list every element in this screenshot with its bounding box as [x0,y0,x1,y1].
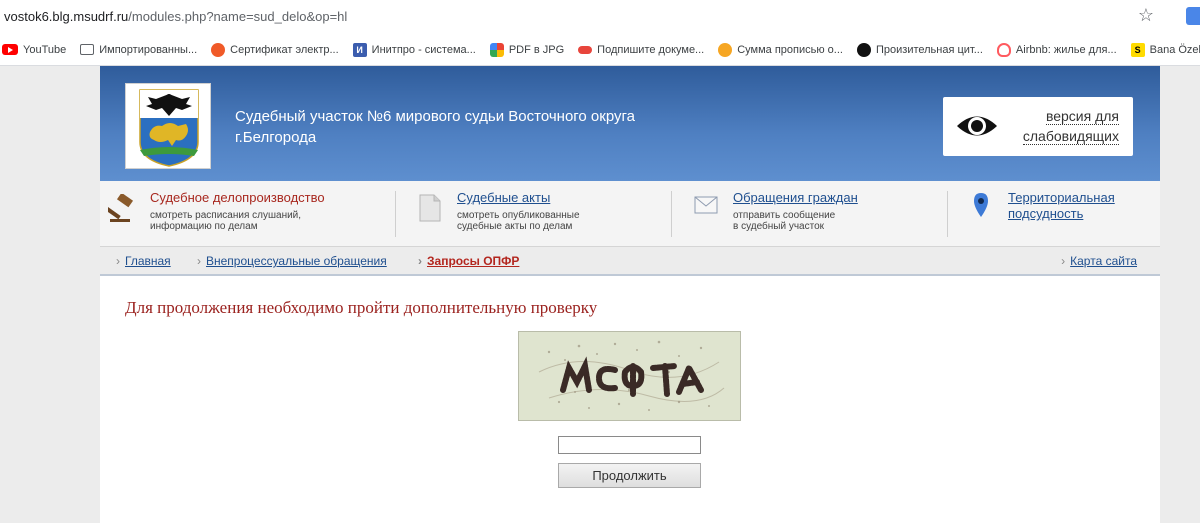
sign-icon [578,45,593,54]
menu-sub-line: в судебный участок [733,221,825,232]
captcha-input[interactable] [558,436,701,454]
menu-title-line[interactable]: Территориальная [1008,190,1115,205]
menu-divider [947,191,948,237]
menu-territorial-jurisdiction[interactable]: Территориальная подсудность [1008,190,1115,222]
main-menu: Судебное делопроизводство смотреть распи… [100,181,1160,247]
belgorod-emblem-icon[interactable] [125,83,211,169]
menu-sub-line: информацию по делам [150,221,258,232]
menu-sub-line: отправить сообщение [733,210,836,221]
url-path: /modules.php?name=sud_delo&op=hl [128,9,348,24]
menu-citizen-appeals-title[interactable]: Обращения граждан [733,190,858,206]
map-pin-icon [973,192,989,223]
document-icon [418,194,442,227]
bookmark-label: Airbnb: жилье для... [1015,43,1117,56]
bookmark-label: Сертификат электр... [230,43,339,56]
bookmark-label: Bana Özel Özet [1149,43,1200,56]
bookmark-star-icon[interactable]: ☆ [1138,5,1154,26]
menu-court-proceedings-title[interactable]: Судебное делопроизводство [150,190,325,206]
breadcrumb-extra-procedural-appeals[interactable]: Внепроцессуальные обращения [197,254,387,268]
menu-court-acts-sub: смотреть опубликованные судебные акты по … [457,210,580,232]
menu-citizen-appeals-sub: отправить сообщение в судебный участок [733,210,858,232]
bookmark-sum-in-words[interactable]: Сумма прописью о... [718,42,843,57]
bookmark-label: Сумма прописью о... [737,43,843,56]
gavel-icon [105,192,138,229]
bookmark-airbnb[interactable]: Airbnb: жилье для... [996,42,1117,57]
bookmark-label: Инитпро - система... [371,43,476,56]
translate-extension-icon[interactable] [1186,7,1200,25]
captcha-image [518,331,741,421]
continue-button[interactable]: Продолжить [558,463,701,488]
bookmark-certificate[interactable]: Сертификат электр... [211,42,339,57]
breadcrumb-home[interactable]: Главная [116,254,171,268]
menu-court-acts[interactable]: Судебные акты смотреть опубликованные суд… [457,190,580,232]
menu-divider [671,191,672,237]
url-text[interactable]: vostok6.blg.msudrf.ru/modules.php?name=s… [4,9,347,24]
menu-citizen-appeals[interactable]: Обращения граждан отправить сообщение в с… [733,190,858,232]
url-host: vostok6.blg.msudrf.ru [4,9,129,24]
bookmark-sign-document[interactable]: Подпишите докуме... [578,44,704,56]
menu-court-proceedings[interactable]: Судебное делопроизводство смотреть распи… [150,190,325,232]
sum-icon [718,42,733,57]
youtube-icon [2,44,18,55]
bookmark-label: Подпишите докуме... [597,43,705,56]
menu-court-acts-title[interactable]: Судебные акты [457,190,580,206]
menu-title-line[interactable]: подсудность [1008,206,1083,221]
initpro-icon: И [352,42,367,57]
menu-divider [395,191,396,237]
bookmarks-bar: YouTube Импортированны... Сертификат эле… [0,34,1200,66]
quote-icon [856,42,871,57]
envelope-icon [694,196,718,219]
bookmark-youtube[interactable]: YouTube [2,44,66,56]
menu-territorial-jurisdiction-title[interactable]: Территориальная подсудность [1008,190,1115,222]
site-header: Судебный участок №6 мирового судьи Восто… [100,66,1160,181]
certificate-icon [211,42,226,57]
breadcrumb-opfr-requests[interactable]: Запросы ОПФР [418,254,519,268]
low-vision-label-text: версия для слабовидящих [1022,108,1119,145]
low-vision-label: версия для слабовидящих [1009,106,1119,146]
menu-sub-line: судебные акты по делам [457,221,573,232]
bookmark-bana-ozel[interactable]: S Bana Özel Özet [1130,42,1200,57]
bookmark-imported-folder[interactable]: Импортированны... [80,44,197,56]
bookmark-initpro[interactable]: И Инитпро - система... [352,42,476,57]
verification-notice: Для продолжения необходимо пройти дополн… [125,298,598,317]
low-vision-version-button[interactable]: версия для слабовидящих [943,97,1133,156]
bookmark-label: YouTube [23,43,67,56]
menu-court-proceedings-sub: смотреть расписания слушаний, информацию … [150,210,325,232]
bookmark-label: Импортированны... [99,43,198,56]
folder-icon [80,44,95,55]
pdf-icon [489,42,504,57]
bookmark-quote[interactable]: Произительная цит... [856,42,983,57]
site-page: Судебный участок №6 мирового судьи Восто… [100,66,1160,523]
breadcrumb-sitemap[interactable]: Карта сайта [1061,254,1137,268]
airbnb-icon [996,42,1011,57]
eye-icon [955,111,999,146]
breadcrumb: Главная Внепроцессуальные обращения Запр… [100,247,1160,276]
bookmark-label: PDF в JPG [508,43,565,56]
menu-sub-line: смотреть опубликованные [457,210,580,221]
s-icon: S [1130,42,1145,57]
bookmark-pdf-to-jpg[interactable]: PDF в JPG [489,42,565,57]
court-name: Судебный участок №6 мирового судьи Восто… [235,108,635,146]
menu-sub-line: смотреть расписания слушаний, [150,210,302,221]
bookmark-label: Произительная цит... [875,43,983,56]
address-bar[interactable]: vostok6.blg.msudrf.ru/modules.php?name=s… [0,0,1200,34]
